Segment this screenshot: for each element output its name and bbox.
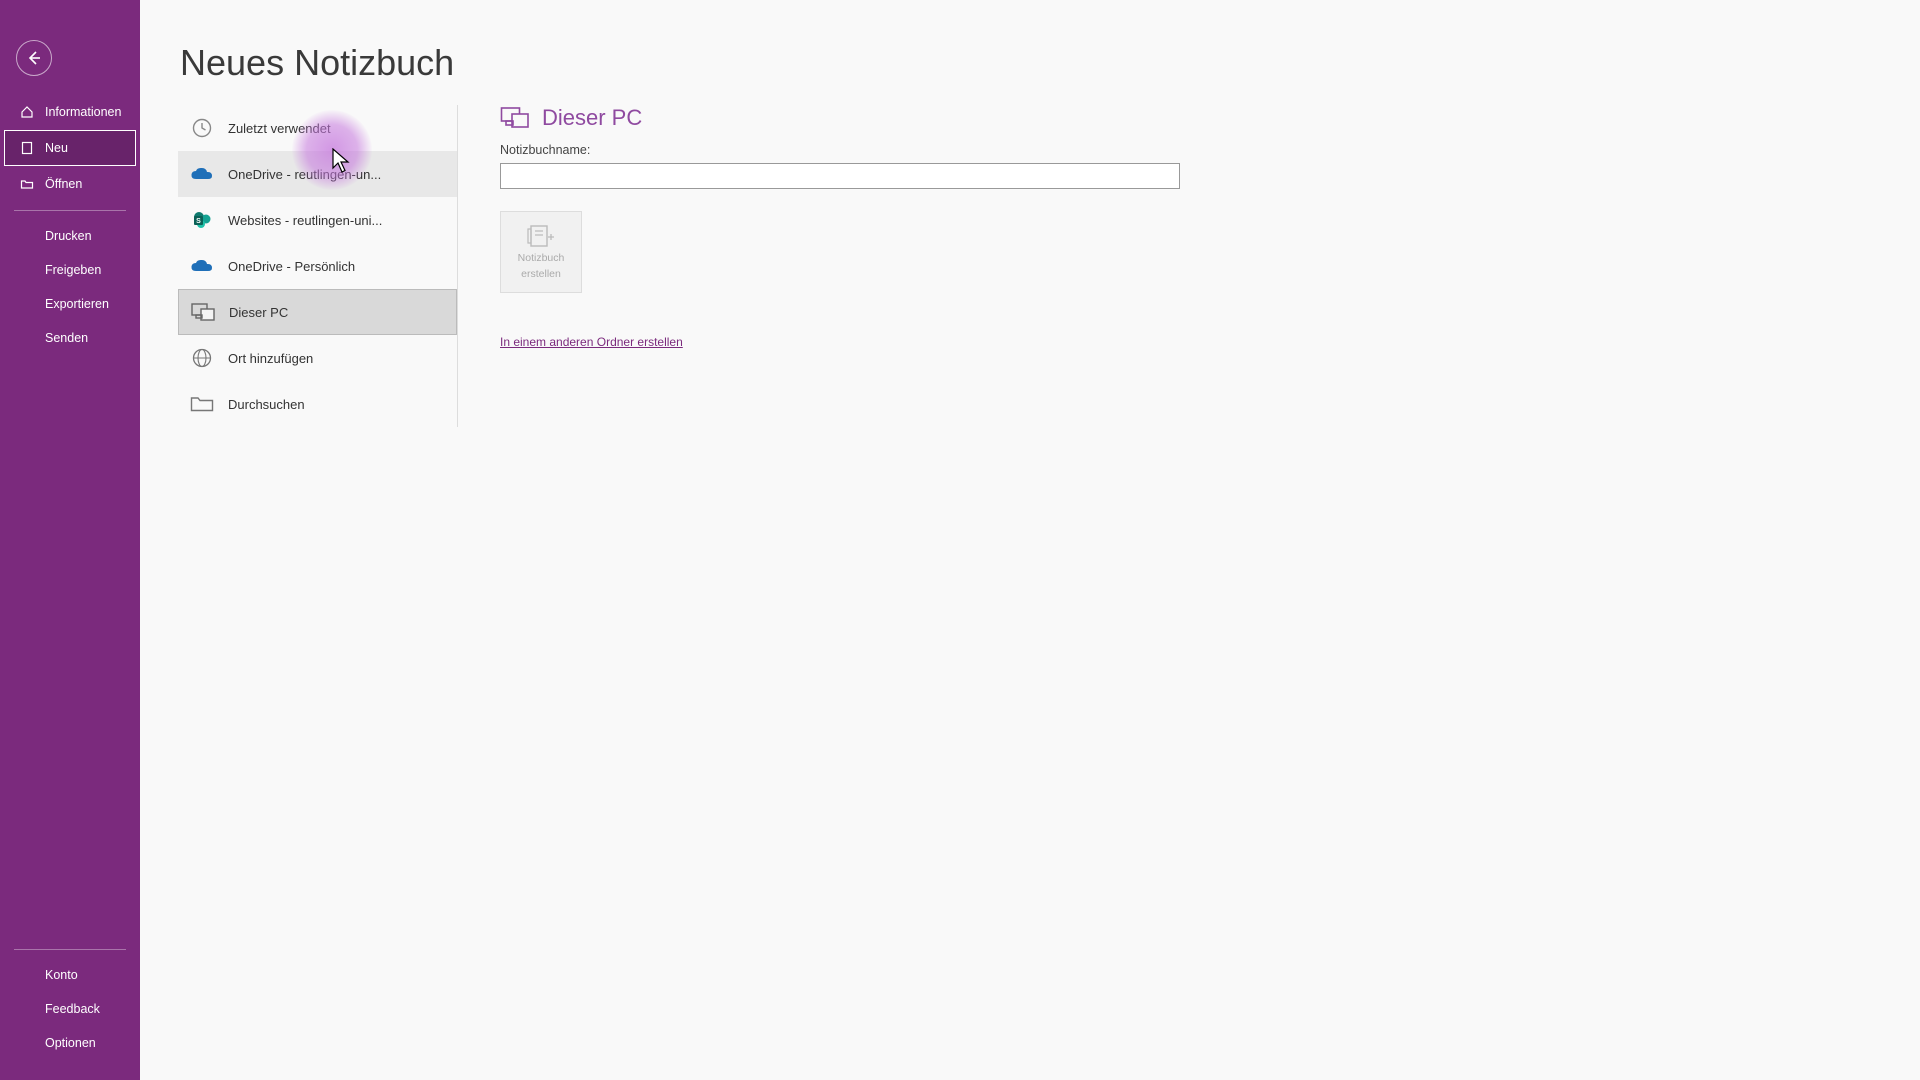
nav-print[interactable]: Drucken bbox=[4, 219, 136, 253]
create-button-line2: erstellen bbox=[521, 268, 561, 280]
details-title: Dieser PC bbox=[542, 105, 642, 131]
page-title: Neues Notizbuch bbox=[180, 42, 454, 84]
this-pc-icon bbox=[500, 105, 530, 131]
notebook-name-label: Notizbuchname: bbox=[500, 143, 1880, 157]
nav-label: Feedback bbox=[45, 1002, 100, 1016]
svg-text:S: S bbox=[196, 218, 201, 225]
details-heading-row: Dieser PC bbox=[500, 105, 1880, 131]
location-browse[interactable]: Durchsuchen bbox=[178, 381, 457, 427]
location-label: OneDrive - reutlingen-un... bbox=[228, 167, 381, 182]
nav-separator bbox=[14, 949, 126, 950]
folder-open-icon bbox=[19, 176, 35, 192]
nav-options[interactable]: Optionen bbox=[4, 1026, 136, 1060]
nav-send[interactable]: Senden bbox=[4, 321, 136, 355]
create-button-line1: Notizbuch bbox=[518, 252, 565, 264]
nav-label: Exportieren bbox=[45, 297, 109, 311]
nav-separator bbox=[14, 210, 126, 211]
nav-label: Neu bbox=[45, 141, 68, 155]
nav-info[interactable]: Informationen bbox=[4, 94, 136, 130]
location-label: Ort hinzufügen bbox=[228, 351, 313, 366]
folder-icon bbox=[190, 392, 214, 416]
nav-label: Optionen bbox=[45, 1036, 96, 1050]
globe-plus-icon bbox=[190, 346, 214, 370]
nav-feedback[interactable]: Feedback bbox=[4, 992, 136, 1026]
location-label: OneDrive - Persönlich bbox=[228, 259, 355, 274]
location-list: Zuletzt verwendet OneDrive - reutlingen-… bbox=[178, 105, 458, 427]
nav-label: Konto bbox=[45, 968, 78, 982]
notebook-icon bbox=[526, 224, 556, 248]
nav-label: Freigeben bbox=[45, 263, 101, 277]
home-icon bbox=[19, 104, 35, 120]
location-this-pc[interactable]: Dieser PC bbox=[178, 289, 457, 335]
nav-label: Drucken bbox=[45, 229, 92, 243]
location-recent[interactable]: Zuletzt verwendet bbox=[178, 105, 457, 151]
location-sites-org[interactable]: S Websites - reutlingen-uni... bbox=[178, 197, 457, 243]
cloud-icon bbox=[190, 254, 214, 278]
location-label: Websites - reutlingen-uni... bbox=[228, 213, 382, 228]
location-label: Zuletzt verwendet bbox=[228, 121, 331, 136]
cloud-icon bbox=[190, 162, 214, 186]
notebook-name-input[interactable] bbox=[500, 163, 1180, 189]
nav-new[interactable]: Neu bbox=[4, 130, 136, 166]
create-notebook-button[interactable]: Notizbuch erstellen bbox=[500, 211, 582, 293]
sharepoint-icon: S bbox=[190, 208, 214, 232]
location-label: Durchsuchen bbox=[228, 397, 305, 412]
clock-icon bbox=[190, 116, 214, 140]
location-onedrive-org[interactable]: OneDrive - reutlingen-un... bbox=[178, 151, 457, 197]
backstage-sidebar: Informationen Neu Öffnen Drucken Freigeb… bbox=[0, 0, 140, 1080]
this-pc-icon bbox=[191, 300, 215, 324]
location-label: Dieser PC bbox=[229, 305, 288, 320]
nav-export[interactable]: Exportieren bbox=[4, 287, 136, 321]
nav-label: Öffnen bbox=[45, 177, 82, 191]
nav-account[interactable]: Konto bbox=[4, 958, 136, 992]
nav-open[interactable]: Öffnen bbox=[4, 166, 136, 202]
details-pane: Dieser PC Notizbuchname: Notizbuch erste… bbox=[500, 105, 1880, 351]
location-add-place[interactable]: Ort hinzufügen bbox=[178, 335, 457, 381]
nav-share[interactable]: Freigeben bbox=[4, 253, 136, 287]
new-document-icon bbox=[19, 140, 35, 156]
main-content: Neues Notizbuch Zuletzt verwendet OneDri… bbox=[140, 0, 1920, 1080]
nav-label: Informationen bbox=[45, 105, 121, 119]
location-onedrive-personal[interactable]: OneDrive - Persönlich bbox=[178, 243, 457, 289]
nav-label: Senden bbox=[45, 331, 88, 345]
back-button[interactable] bbox=[16, 40, 52, 76]
create-elsewhere-link[interactable]: In einem anderen Ordner erstellen bbox=[500, 335, 683, 349]
